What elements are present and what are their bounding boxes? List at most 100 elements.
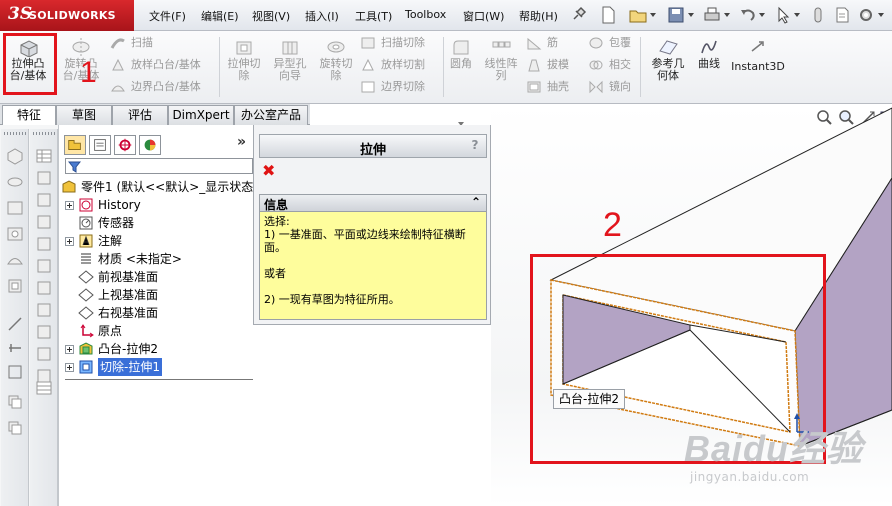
- open-folder-icon[interactable]: [628, 5, 648, 25]
- tree-item-material[interactable]: 材质 <未指定>: [65, 250, 253, 268]
- features-icon[interactable]: [35, 323, 53, 341]
- undo-icon[interactable]: [738, 5, 758, 25]
- rib-button[interactable]: 筋: [526, 34, 576, 52]
- menu-insert[interactable]: 插入(I): [305, 8, 339, 24]
- intersect-button[interactable]: 相交: [588, 56, 638, 74]
- extrude-cut-button[interactable]: 拉伸切 除: [222, 31, 266, 93]
- sketch-relation-icon[interactable]: [6, 363, 24, 381]
- revolve-cut-button[interactable]: 旋转切 除: [314, 31, 358, 93]
- draft-button[interactable]: 拔模: [526, 56, 576, 74]
- wrap-button[interactable]: 包覆: [588, 34, 638, 52]
- tree-item-cut-extrude1[interactable]: 切除-拉伸1: [65, 358, 253, 376]
- part-root[interactable]: 零件1 (默认<<默认>_显示状态: [61, 178, 253, 196]
- boundary-cut-button[interactable]: 边界切除: [360, 78, 446, 96]
- save-dropdown-caret[interactable]: [688, 13, 694, 17]
- feature-manager-tab-icon[interactable]: [64, 135, 86, 155]
- help-icon[interactable]: ?: [468, 138, 482, 153]
- tab-features[interactable]: 特征: [2, 105, 56, 126]
- print-dropdown-caret[interactable]: [724, 13, 730, 17]
- menu-toolbox[interactable]: Toolbox: [405, 8, 446, 21]
- features-icon[interactable]: [35, 345, 53, 363]
- tree-item-annotations[interactable]: 注解: [65, 232, 253, 250]
- swept-cut-button[interactable]: 扫描切除: [360, 34, 446, 52]
- extrude-icon[interactable]: [6, 147, 24, 165]
- tree-item-boss-extrude2[interactable]: 凸台-拉伸2: [65, 340, 253, 358]
- lofted-cut-button[interactable]: 放样切割: [360, 56, 446, 74]
- zoom-to-fit-icon[interactable]: [816, 109, 833, 126]
- tree-item-right-plane[interactable]: 右视基准面: [65, 304, 253, 322]
- info-section-header[interactable]: 信息 ⌃: [259, 194, 487, 212]
- tree-item-history[interactable]: History: [65, 196, 253, 214]
- paste-icon[interactable]: [6, 419, 24, 437]
- loft-button[interactable]: 放样凸台/基体: [110, 56, 220, 74]
- table-icon[interactable]: [35, 379, 53, 397]
- previous-view-icon[interactable]: [860, 109, 877, 126]
- save-icon[interactable]: [666, 5, 686, 25]
- expand-toggle[interactable]: [65, 363, 74, 372]
- revolve-icon[interactable]: [6, 173, 24, 191]
- menu-help[interactable]: 帮助(H): [519, 8, 558, 24]
- filter-icon[interactable]: [68, 160, 81, 173]
- fillet-button[interactable]: 圆角: [445, 31, 477, 93]
- menu-window[interactable]: 窗口(W): [463, 8, 504, 24]
- tab-evaluate[interactable]: 评估: [112, 105, 168, 125]
- hole-icon[interactable]: [6, 225, 24, 243]
- toolbar-grip[interactable]: [4, 132, 26, 135]
- sketch-line-icon[interactable]: [6, 315, 24, 333]
- section-view-icon[interactable]: [878, 109, 892, 126]
- undo-dropdown-caret[interactable]: [759, 13, 765, 17]
- menu-file[interactable]: 文件(F): [149, 8, 186, 24]
- expand-toggle[interactable]: [65, 237, 74, 246]
- toolbar-grip[interactable]: [33, 132, 55, 135]
- boundary-boss-button[interactable]: 边界凸台/基体: [110, 78, 220, 96]
- features-icon[interactable]: [35, 279, 53, 297]
- menu-edit[interactable]: 编辑(E): [201, 8, 239, 24]
- copy-icon[interactable]: [6, 393, 24, 411]
- more-tabs-chevron[interactable]: »: [237, 134, 246, 150]
- table-icon[interactable]: [35, 147, 53, 165]
- linear-pattern-button[interactable]: 线性阵 列: [479, 31, 523, 93]
- sweep-button[interactable]: 扫描: [110, 34, 220, 52]
- rebuild-icon[interactable]: [808, 5, 828, 25]
- shell-button[interactable]: 抽壳: [526, 78, 576, 96]
- tree-item-top-plane[interactable]: 上视基准面: [65, 286, 253, 304]
- property-manager-tab-icon[interactable]: [89, 135, 111, 155]
- new-document-icon[interactable]: [598, 5, 618, 25]
- tree-item-front-plane[interactable]: 前视基准面: [65, 268, 253, 286]
- features-icon[interactable]: [35, 257, 53, 275]
- tab-office-products[interactable]: 办公室产品: [234, 105, 308, 125]
- options-dropdown-caret[interactable]: [878, 13, 884, 17]
- configuration-manager-tab-icon[interactable]: [114, 135, 136, 155]
- shell-icon[interactable]: [6, 277, 24, 295]
- revolve-cut-icon[interactable]: [6, 251, 24, 269]
- tree-item-origin[interactable]: 原点: [65, 322, 253, 340]
- feature-filter-bar[interactable]: [65, 158, 253, 174]
- select-arrow-icon[interactable]: [774, 5, 794, 25]
- pin-icon[interactable]: [568, 5, 588, 25]
- features-icon[interactable]: [35, 169, 53, 187]
- options-icon[interactable]: [856, 5, 876, 25]
- zoom-to-area-icon[interactable]: [838, 109, 855, 126]
- features-icon[interactable]: [35, 235, 53, 253]
- reference-geometry-button[interactable]: 参考几 何体: [644, 31, 692, 93]
- cut-icon[interactable]: [6, 199, 24, 217]
- cancel-icon[interactable]: ✖: [262, 163, 276, 179]
- features-icon[interactable]: [35, 213, 53, 231]
- expand-toggle[interactable]: [65, 345, 74, 354]
- tab-sketch[interactable]: 草图: [56, 105, 112, 125]
- features-icon[interactable]: [35, 191, 53, 209]
- tab-dimxpert[interactable]: DimXpert: [168, 105, 234, 125]
- curves-button[interactable]: 曲线: [693, 31, 725, 93]
- print-icon[interactable]: [702, 5, 722, 25]
- solidworks-logo[interactable]: 3S SOLIDWORKS: [0, 0, 134, 31]
- features-icon[interactable]: [35, 301, 53, 319]
- hole-wizard-button[interactable]: 异型孔 向导: [268, 31, 312, 93]
- rollback-bar[interactable]: [65, 379, 253, 380]
- open-dropdown-caret[interactable]: [650, 13, 656, 17]
- expand-toggle[interactable]: [65, 201, 74, 210]
- tree-item-sensors[interactable]: 传感器: [65, 214, 253, 232]
- instant3d-button[interactable]: Instant3D: [728, 31, 788, 93]
- menu-view[interactable]: 视图(V): [252, 8, 290, 24]
- select-dropdown-caret[interactable]: [794, 13, 800, 17]
- file-properties-icon[interactable]: [832, 5, 852, 25]
